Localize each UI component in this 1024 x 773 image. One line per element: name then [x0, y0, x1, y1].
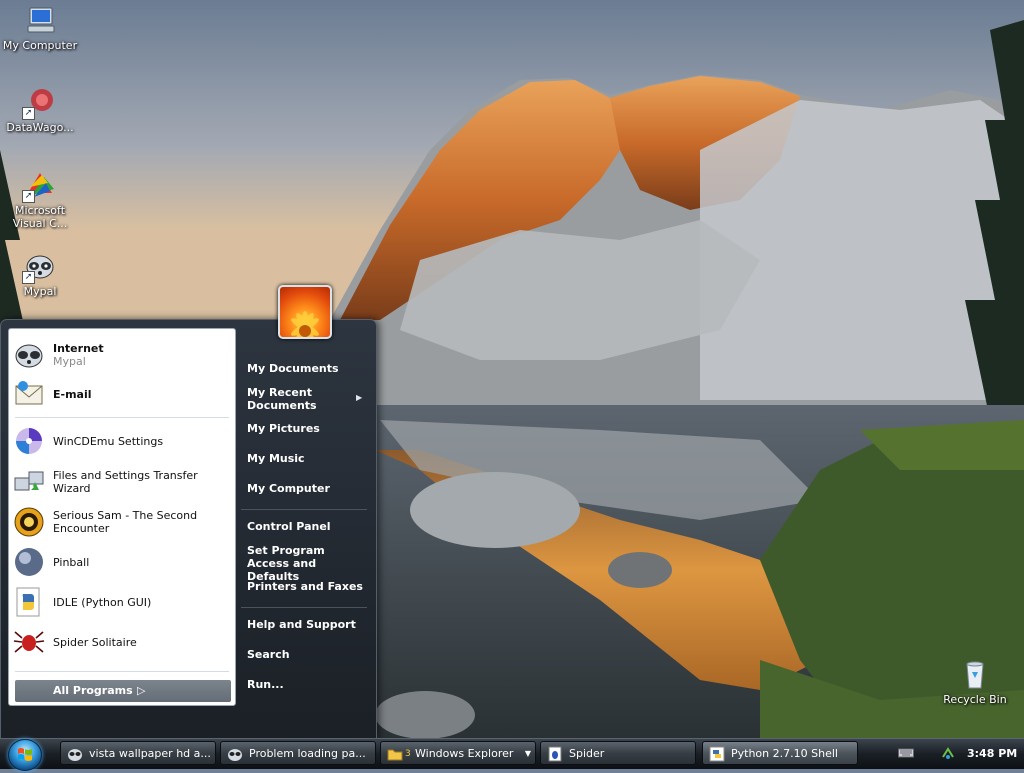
- program-label: WinCDEmu Settings: [53, 434, 164, 448]
- mypal-raccoon-icon: ➚: [22, 250, 56, 284]
- flower-icon: [291, 311, 319, 337]
- datawago-icon: ➚: [22, 86, 56, 120]
- program-label: Pinball: [53, 555, 90, 569]
- all-programs-button[interactable]: All Programs ▷: [15, 680, 231, 702]
- taskbar-button-problem-loading[interactable]: Problem loading pa...: [220, 741, 376, 765]
- start-menu-help-support[interactable]: Help and Support: [247, 618, 356, 631]
- keyboard-icon[interactable]: [898, 747, 914, 762]
- start-menu-programs-pane: Internet Mypal E-mail WinCDEmu Settings …: [8, 328, 236, 706]
- start-menu-separator: [15, 417, 229, 418]
- program-sublabel: Mypal: [53, 355, 86, 368]
- start-menu-separator: [241, 509, 367, 510]
- desktop-icon-recycle-bin[interactable]: Recycle Bin: [935, 658, 1015, 706]
- start-menu-separator: [15, 671, 229, 672]
- submenu-arrow-icon: ▶: [356, 393, 363, 402]
- spider-solitaire-icon: [547, 746, 563, 762]
- program-idle[interactable]: IDLE (Python GUI): [13, 586, 231, 618]
- python-idle-icon: [13, 586, 45, 618]
- taskbar-button-label: vista wallpaper hd a...: [89, 747, 211, 760]
- taskbar-button-windows-explorer[interactable]: 3 Windows Explorer ▼: [380, 741, 536, 765]
- taskbar-button-python-shell[interactable]: Python 2.7.10 Shell: [702, 741, 858, 765]
- desktop-icon-label: Mypal: [23, 285, 57, 298]
- system-tray: 3:48 PM: [888, 741, 1024, 766]
- desktop-icon-datawago[interactable]: ➚ DataWago...: [0, 86, 80, 134]
- program-wincdemu[interactable]: WinCDEmu Settings: [13, 425, 231, 457]
- desktop-icon-label: DataWago...: [6, 121, 74, 134]
- shortcut-arrow-icon: ➚: [22, 190, 35, 203]
- start-menu-separator: [241, 607, 367, 608]
- taskbar-button-label: Python 2.7.10 Shell: [731, 747, 838, 760]
- desktop-icon-mypal[interactable]: ➚ Mypal: [0, 250, 80, 298]
- start-menu-my-music[interactable]: My Music: [247, 452, 305, 465]
- visual-studio-icon: ➚: [22, 169, 56, 203]
- program-label: IDLE (Python GUI): [53, 595, 152, 609]
- wincdemu-disc-icon: [13, 425, 45, 457]
- taskbar-button-vista-wallpaper[interactable]: vista wallpaper hd a...: [60, 741, 216, 765]
- program-internet[interactable]: Internet Mypal: [13, 339, 231, 371]
- arrow-right-icon: ▷: [137, 684, 146, 697]
- shortcut-arrow-icon: ➚: [22, 271, 35, 284]
- start-menu-printers-faxes[interactable]: Printers and Faxes: [247, 580, 363, 593]
- start-menu-set-program-access[interactable]: Set Program Access and Defaults: [247, 544, 363, 583]
- program-label: Spider Solitaire: [53, 635, 137, 649]
- recycle-bin-icon: [959, 658, 991, 690]
- desktop-icon-label: Microsoft Visual C...: [12, 204, 68, 230]
- program-label: Files and Settings Transfer Wizard: [53, 469, 198, 495]
- program-label: Serious Sam - The Second Encounter: [53, 509, 198, 535]
- program-pinball[interactable]: Pinball: [13, 546, 231, 578]
- program-spider-solitaire[interactable]: Spider Solitaire: [13, 626, 231, 658]
- taskbar-button-label: Windows Explorer: [415, 747, 514, 760]
- all-programs-label: All Programs: [53, 684, 133, 697]
- start-menu-my-documents[interactable]: My Documents: [247, 362, 339, 375]
- folder-icon: [387, 746, 403, 762]
- start-button[interactable]: [8, 739, 42, 771]
- desktop-icon-my-computer[interactable]: My Computer: [0, 4, 80, 52]
- mypal-raccoon-icon: [227, 746, 243, 762]
- serious-sam-icon: [13, 506, 45, 538]
- mypal-raccoon-icon: [13, 339, 45, 371]
- taskbar-button-label: Spider: [569, 747, 605, 760]
- computer-icon: [24, 4, 56, 36]
- start-menu-my-pictures[interactable]: My Pictures: [247, 422, 320, 435]
- python-shell-icon: [709, 746, 725, 762]
- program-serious-sam[interactable]: Serious Sam - The Second Encounter: [13, 506, 231, 538]
- windows-logo-icon: [18, 748, 32, 761]
- start-menu-search[interactable]: Search: [247, 648, 290, 661]
- taskbar-group-count: 3: [405, 749, 411, 759]
- desktop-icon-visual-c[interactable]: ➚ Microsoft Visual C...: [0, 169, 80, 230]
- program-label: Internet: [53, 342, 104, 355]
- spider-solitaire-icon: [13, 626, 45, 658]
- pinball-icon: [13, 546, 45, 578]
- program-transfer-wizard[interactable]: Files and Settings Transfer Wizard: [13, 466, 231, 498]
- transfer-wizard-icon: [13, 466, 45, 498]
- start-menu-my-computer[interactable]: My Computer: [247, 482, 330, 495]
- user-account-picture[interactable]: [278, 285, 332, 339]
- mypal-raccoon-icon: [67, 746, 83, 762]
- start-menu: Internet Mypal E-mail WinCDEmu Settings …: [0, 319, 377, 740]
- program-email[interactable]: E-mail: [13, 378, 231, 410]
- network-icon[interactable]: [940, 745, 956, 764]
- desktop-icon-label: Recycle Bin: [943, 693, 1007, 706]
- taskbar-button-spider[interactable]: Spider: [540, 741, 696, 765]
- desktop-icon-label: My Computer: [2, 39, 78, 52]
- program-label: E-mail: [53, 387, 92, 401]
- taskbar-button-label: Problem loading pa...: [249, 747, 366, 760]
- start-menu-control-panel[interactable]: Control Panel: [247, 520, 331, 533]
- start-menu-my-recent-documents[interactable]: My Recent Documents: [247, 386, 343, 412]
- chevron-down-icon: ▼: [524, 749, 531, 758]
- clock[interactable]: 3:48 PM: [967, 747, 1017, 760]
- start-menu-run[interactable]: Run...: [247, 678, 284, 691]
- shortcut-arrow-icon: ➚: [22, 107, 35, 120]
- email-envelope-icon: [13, 378, 45, 410]
